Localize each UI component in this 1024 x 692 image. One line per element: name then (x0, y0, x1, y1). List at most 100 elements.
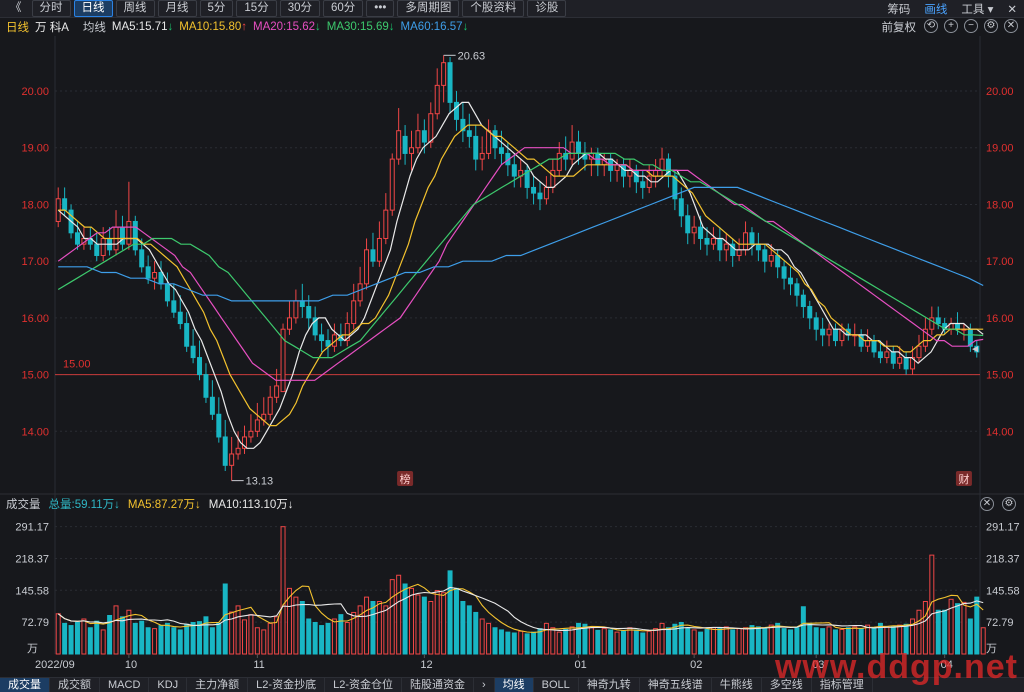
candle-body-132 (903, 357, 909, 370)
volume-bar-12 (132, 622, 138, 655)
candle-body-13 (139, 249, 145, 268)
volume-bar-51 (383, 605, 389, 655)
candle-body-36 (286, 317, 292, 330)
price-tick-left-5: 19.00 (21, 143, 49, 155)
candle-body-23 (203, 374, 209, 398)
volume-bar-31 (254, 627, 260, 655)
price-tick-left-2: 16.00 (21, 313, 49, 325)
indicator-tab-4[interactable]: 主力净额 (187, 678, 249, 692)
volume-bar-26 (222, 583, 228, 655)
stock-chart[interactable]: 14.00 14.00 15.00 15.00 16.00 16.00 17.00 17.00… (0, 0, 1024, 691)
candle-body-115 (794, 283, 800, 296)
candle-body-78 (556, 152, 562, 171)
volume-bar-90 (633, 629, 639, 655)
indicator-tab-11[interactable]: 神奇九转 (579, 678, 640, 692)
volume-bar-20 (184, 623, 190, 655)
volume-bar-45 (344, 622, 350, 655)
settings-panel-icon[interactable]: ⚙ (1002, 496, 1016, 511)
indicator-tab-12[interactable]: 神奇五线谱 (640, 678, 712, 692)
volume-bar-58 (428, 601, 434, 655)
volume-bar-95 (665, 627, 671, 655)
volume-bar-107 (743, 627, 749, 655)
indicator-tab-3[interactable]: KDJ (149, 678, 188, 692)
candle-body-66 (479, 152, 485, 160)
candle-body-33 (267, 396, 273, 415)
volume-bar-98 (685, 627, 691, 655)
volume-bar-111 (768, 624, 774, 655)
indicator-tab-6[interactable]: L2-资金仓位 (325, 678, 402, 692)
volume-bar-54 (402, 583, 408, 655)
high-annotation-label: 20.63 (458, 50, 486, 62)
volume-bar-91 (640, 632, 646, 655)
indicator-tab-8[interactable]: › (474, 678, 495, 692)
indicator-tab-2[interactable]: MACD (100, 678, 150, 692)
x-axis-label-3: 01 (575, 659, 587, 671)
volume-bar-71 (511, 632, 517, 655)
volume-bar-17 (164, 622, 170, 655)
volume-bar-24 (209, 627, 215, 655)
indicator-tab-9[interactable]: 均线 (494, 678, 534, 692)
candle-body-118 (813, 317, 819, 330)
volume-bar-67 (486, 622, 492, 655)
indicator-tab-10[interactable]: BOLL (534, 678, 579, 692)
candle-body-116 (800, 294, 806, 308)
candle-body-14 (145, 266, 151, 279)
candle-body-140 (955, 323, 961, 330)
volume-bar-62 (453, 587, 459, 655)
candle-body-76 (543, 186, 549, 200)
volume-bar-61 (447, 570, 453, 655)
candle-body-49 (370, 249, 376, 262)
volume-unit-left: 万 (27, 643, 38, 655)
volume-bar-87 (614, 631, 620, 655)
candle-body-3 (74, 232, 80, 245)
volume-bar-65 (473, 611, 479, 655)
candle-body-57 (421, 130, 427, 143)
volume-title: 成交量 (6, 498, 41, 511)
candle-body-56 (415, 130, 421, 149)
volume-bar-70 (505, 631, 511, 655)
reference-line-label: 15.00 (63, 359, 91, 371)
candle-body-19 (177, 311, 183, 325)
volume-bar-101 (704, 629, 710, 655)
candle-body-74 (531, 186, 537, 194)
indicator-tab-0[interactable]: 成交量 (0, 678, 50, 692)
volume-bar-66 (479, 618, 485, 655)
volume-bar-32 (261, 629, 267, 655)
volume-bar-72 (518, 630, 524, 655)
volume-bar-5 (87, 627, 93, 655)
candle-body-71 (511, 164, 517, 177)
volume-tick-left-2: 218.37 (15, 553, 49, 565)
indicator-tab-1[interactable]: 成交额 (50, 678, 100, 692)
indicator-tab-5[interactable]: L2-资金抄底 (248, 678, 326, 692)
volume-bar-28 (235, 605, 241, 655)
indicator-tab-13[interactable]: 牛熊线 (712, 678, 762, 692)
candle-body-137 (935, 317, 941, 325)
price-tick-right-4: 18.00 (986, 199, 1014, 211)
volume-header: 成交量 总量:59.11万↓ MA5:87.27万↓ MA10:113.10万↓… (0, 495, 1024, 512)
volume-bar-2 (68, 625, 74, 655)
volume-bar-141 (961, 601, 967, 655)
close-panel-icon[interactable]: ✕ (980, 496, 994, 511)
volume-ma10-line (57, 586, 984, 631)
candle-body-20 (184, 323, 190, 347)
volume-bar-64 (466, 605, 472, 655)
volume-bar-15 (152, 628, 158, 655)
volume-bar-140 (955, 603, 961, 655)
volume-bar-105 (730, 629, 736, 655)
candle-body-120 (826, 328, 832, 336)
volume-bar-40 (312, 622, 318, 655)
volume-bar-80 (569, 626, 575, 655)
candle-body-59 (434, 84, 440, 115)
candle-body-114 (788, 277, 793, 285)
price-tick-left-1: 15.00 (21, 370, 49, 382)
volume-bar-1 (62, 622, 68, 655)
candle-body-17 (164, 283, 170, 302)
indicator-tab-7[interactable]: 陆股通资金 (402, 678, 474, 692)
volume-bar-11 (126, 609, 132, 655)
candle-body-117 (807, 306, 813, 319)
price-tick-right-2: 16.00 (986, 313, 1014, 325)
volume-bar-68 (492, 627, 498, 655)
candle-body-106 (736, 249, 742, 256)
volume-bar-43 (331, 618, 337, 655)
volume-bar-21 (190, 622, 196, 655)
